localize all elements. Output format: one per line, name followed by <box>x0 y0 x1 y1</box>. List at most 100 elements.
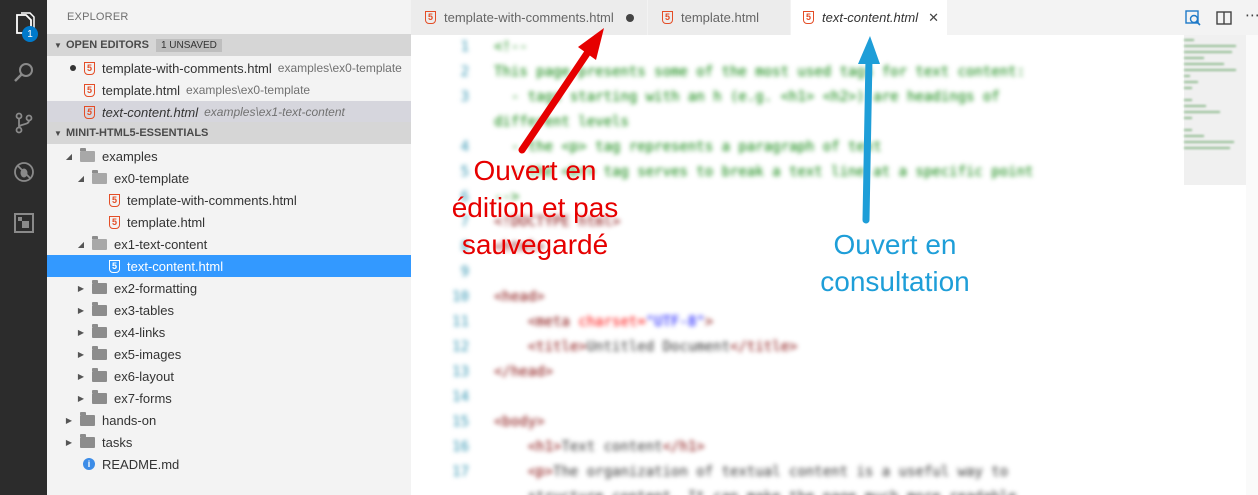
html5-icon: 5 <box>84 83 95 97</box>
tree-label: ex6-layout <box>114 368 174 384</box>
minimap-slider[interactable] <box>1184 35 1246 185</box>
tree-folder[interactable]: ▶ ex7-forms <box>47 387 411 409</box>
split-editor-icon[interactable] <box>1215 9 1233 30</box>
open-editor-item[interactable]: 5 template-with-comments.html examples\e… <box>47 57 411 79</box>
source-control-icon[interactable] <box>0 101 47 145</box>
tree-folder[interactable]: ◢ examples <box>47 145 411 167</box>
annotation-line: consultation <box>820 266 970 297</box>
folder-icon <box>80 433 95 448</box>
folder-icon <box>92 367 107 382</box>
tree-label: ex1-text-content <box>114 236 208 252</box>
annotation-line: Ouvert en <box>833 229 957 260</box>
search-icon[interactable] <box>0 51 47 95</box>
chevron-right-icon: ▶ <box>77 349 85 359</box>
tree-label: ex3-tables <box>114 302 174 318</box>
tree-label: ex4-links <box>114 324 166 340</box>
tree-label: README.md <box>102 456 180 472</box>
chevron-down-icon: ◢ <box>77 239 85 249</box>
open-editor-path: examples\ex1-text-content <box>204 105 345 119</box>
chevron-right-icon: ▶ <box>65 437 73 447</box>
annotation-line: Ouvert en <box>473 155 597 186</box>
tree-folder[interactable]: ▶ ex3-tables <box>47 299 411 321</box>
open-preview-icon[interactable] <box>1184 9 1202 30</box>
folder-icon <box>80 411 95 426</box>
tab-label: text-content.html <box>822 10 919 25</box>
debug-icon[interactable] <box>0 150 47 194</box>
chevron-right-icon: ▶ <box>77 371 85 381</box>
tree-label: tasks <box>102 434 133 450</box>
files-icon[interactable]: 1 <box>0 2 47 46</box>
annotation-blue-text: Ouvert en consultation <box>790 226 1000 300</box>
chevron-down-icon: ▼ <box>54 40 62 50</box>
open-editor-item[interactable]: 5 template.html examples\ex0-template <box>47 79 411 101</box>
folder-open-icon <box>92 235 107 250</box>
open-editors-header[interactable]: ▼ OPEN EDITORS 1 UNSAVED <box>47 34 411 56</box>
activity-bar: 1 <box>0 0 47 495</box>
tree-label: text-content.html <box>127 258 224 274</box>
more-actions-icon[interactable]: ⋯ <box>1245 6 1258 24</box>
chevron-right-icon: ▶ <box>65 415 73 425</box>
folder-icon <box>92 301 107 316</box>
tree-folder[interactable]: ◢ ex1-text-content <box>47 233 411 255</box>
tree-file[interactable]: 5 template-with-comments.html <box>47 189 411 211</box>
project-header[interactable]: ▼ MINIT-HTML5-ESSENTIALS <box>47 122 411 144</box>
html5-icon: 5 <box>109 193 120 207</box>
tree-label: ex2-formatting <box>114 280 198 296</box>
folder-icon <box>92 323 107 338</box>
editor-tabs: 5 template-with-comments.html 5 template… <box>411 0 1258 35</box>
tree-folder[interactable]: ▶ ex6-layout <box>47 365 411 387</box>
extensions-icon[interactable] <box>0 201 47 245</box>
tab-template-with-comments[interactable]: 5 template-with-comments.html <box>411 0 648 35</box>
close-icon[interactable]: ✕ <box>928 10 939 26</box>
tree-folder[interactable]: ▶ tasks <box>47 431 411 453</box>
open-editor-label: text-content.html <box>102 104 199 120</box>
editor-scrollbar[interactable] <box>1246 35 1258 495</box>
folder-open-icon <box>80 147 95 162</box>
tab-text-content[interactable]: 5 text-content.html ✕ <box>791 0 948 35</box>
annotation-line: sauvegardé <box>461 229 609 260</box>
html5-icon: 5 <box>109 215 120 229</box>
info-icon: i <box>83 458 95 470</box>
open-editor-item-active[interactable]: 5 text-content.html examples\ex1-text-co… <box>47 101 411 123</box>
open-editor-path: examples\ex0-template <box>277 61 402 75</box>
html5-icon: 5 <box>109 259 120 273</box>
unsaved-dot-icon <box>70 65 76 71</box>
explorer-sidebar: EXPLORER ▼ OPEN EDITORS 1 UNSAVED 5 temp… <box>47 0 411 495</box>
chevron-right-icon: ▶ <box>77 305 85 315</box>
unsaved-badge: 1 UNSAVED <box>155 38 222 52</box>
tree-folder[interactable]: ▶ ex5-images <box>47 343 411 365</box>
chevron-down-icon: ◢ <box>77 173 85 183</box>
chevron-right-icon: ▶ <box>77 393 85 403</box>
chevron-right-icon: ▶ <box>77 283 85 293</box>
tree-file[interactable]: 5 template.html <box>47 211 411 233</box>
tree-file-selected[interactable]: 5 text-content.html <box>47 255 411 277</box>
tree-file[interactable]: i README.md <box>47 453 411 475</box>
folder-open-icon <box>92 169 107 184</box>
tree-label: examples <box>102 148 158 164</box>
tab-label: template.html <box>681 10 760 25</box>
html5-icon: 5 <box>803 11 814 24</box>
tree-folder[interactable]: ▶ hands-on <box>47 409 411 431</box>
open-editor-path: examples\ex0-template <box>186 83 311 97</box>
annotation-line: édition et pas <box>451 192 619 223</box>
tab-template[interactable]: 5 template.html <box>648 0 791 35</box>
tree-folder[interactable]: ▶ ex4-links <box>47 321 411 343</box>
folder-icon <box>92 389 107 404</box>
tree-folder[interactable]: ◢ ex0-template <box>47 167 411 189</box>
folder-icon <box>92 345 107 360</box>
open-editors-badge: 1 <box>22 26 38 42</box>
tree-folder[interactable]: ▶ ex2-formatting <box>47 277 411 299</box>
chevron-down-icon: ▼ <box>54 128 62 138</box>
tree-label: template.html <box>127 214 206 230</box>
html5-icon: 5 <box>662 11 673 24</box>
html5-icon: 5 <box>425 11 436 24</box>
unsaved-dot-icon[interactable] <box>625 13 634 22</box>
open-editors-title: OPEN EDITORS <box>66 39 149 51</box>
folder-icon <box>92 279 107 294</box>
project-title: MINIT-HTML5-ESSENTIALS <box>66 127 209 139</box>
tree-label: ex0-template <box>114 170 190 186</box>
tree-label: hands-on <box>102 412 157 428</box>
open-editor-label: template.html <box>102 82 181 98</box>
html5-icon: 5 <box>84 105 95 119</box>
html5-icon: 5 <box>84 61 95 75</box>
